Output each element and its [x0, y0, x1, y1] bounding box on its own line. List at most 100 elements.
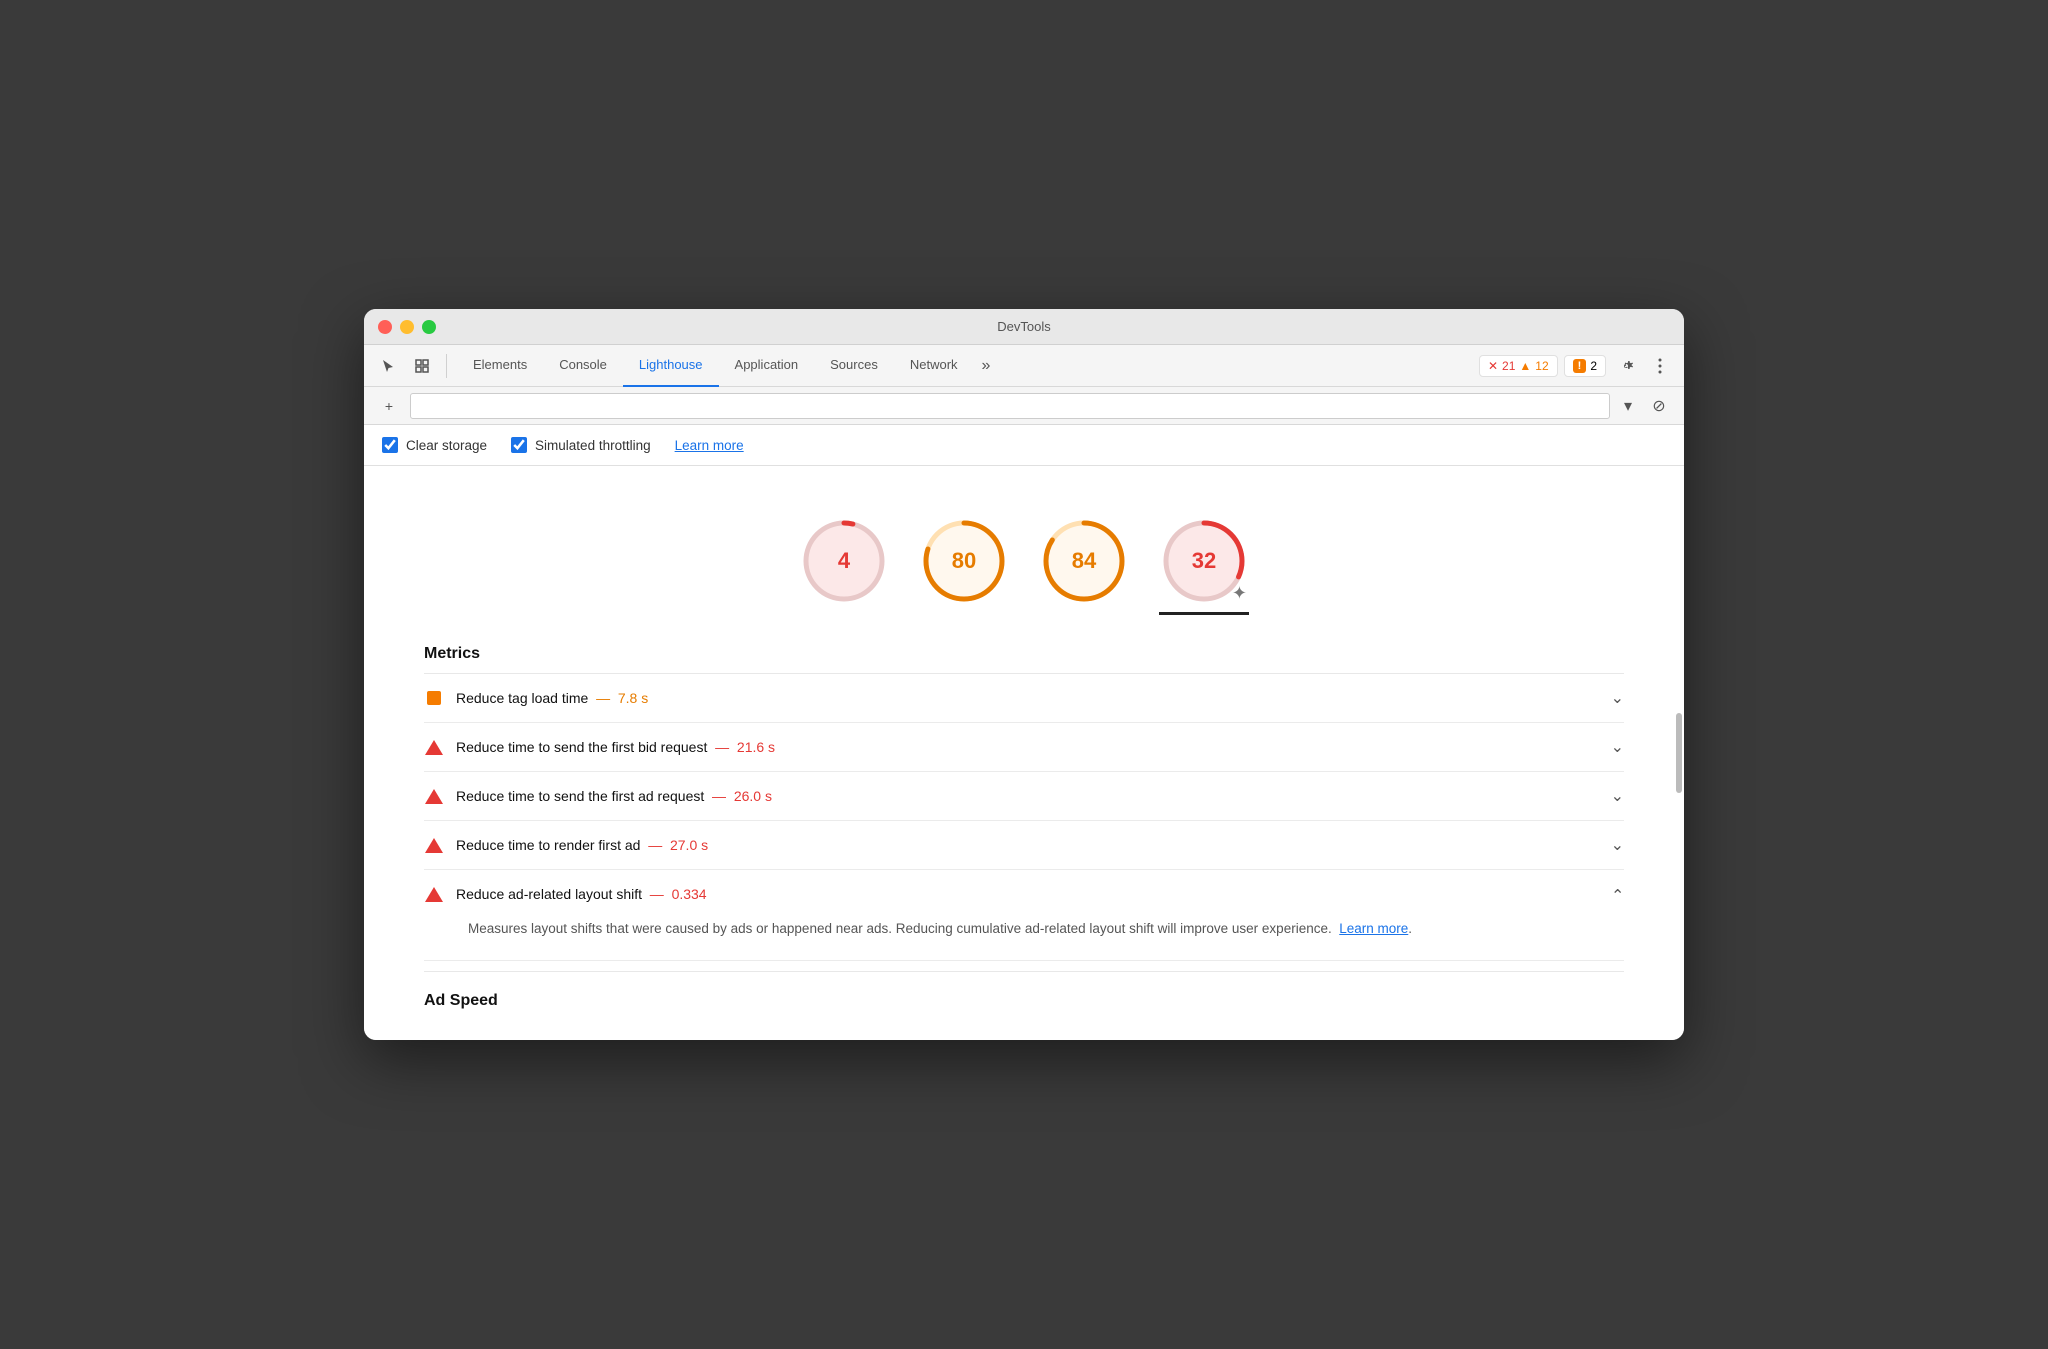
dropdown-arrow[interactable]: ▾	[1618, 393, 1638, 419]
simulated-throttling-label[interactable]: Simulated throttling	[511, 437, 651, 453]
chevron-icon-1: ⌄	[1611, 688, 1624, 708]
cursor-icon[interactable]	[374, 352, 402, 380]
metric-value-5: 0.334	[672, 886, 707, 902]
metric-value-4: 27.0 s	[670, 837, 708, 853]
metric-value-3: 26.0 s	[734, 788, 772, 804]
error-count: 21	[1502, 359, 1515, 373]
metric-label-2: Reduce time to send the first bid reques…	[456, 739, 1603, 755]
main-content: 4 80	[364, 466, 1684, 1040]
metric-value-1: 7.8 s	[618, 690, 648, 706]
score-circle-2: 80	[919, 516, 1009, 606]
learn-more-link[interactable]: Learn more	[675, 438, 744, 453]
score-4[interactable]: 32 ✦	[1159, 516, 1249, 615]
maximize-button[interactable]	[422, 320, 436, 334]
triangle-icon-4	[425, 838, 443, 853]
metric-expanded-5: Measures layout shifts that were caused …	[424, 918, 1624, 961]
chevron-icon-3: ⌄	[1611, 786, 1624, 806]
settings-bar: Clear storage Simulated throttling Learn…	[364, 425, 1684, 466]
devtools-window: DevTools Elements Console	[364, 309, 1684, 1040]
tab-network[interactable]: Network	[894, 345, 974, 387]
square-icon	[427, 691, 441, 705]
score-circle-1: 4	[799, 516, 889, 606]
metrics-section: Metrics Reduce tag load time — 7.8 s ⌄	[364, 625, 1684, 1020]
close-button[interactable]	[378, 320, 392, 334]
scrollbar[interactable]	[1676, 713, 1682, 793]
score-value-4: 32	[1192, 548, 1216, 574]
simulated-throttling-checkbox[interactable]	[511, 437, 527, 453]
tab-lighthouse[interactable]: Lighthouse	[623, 345, 719, 387]
more-options-button[interactable]	[1646, 352, 1674, 380]
minimize-button[interactable]	[400, 320, 414, 334]
url-input[interactable]	[410, 393, 1610, 419]
active-score-indicator	[1159, 612, 1249, 615]
window-title: DevTools	[997, 319, 1050, 334]
no-entry-icon: ⊘	[1646, 393, 1672, 419]
triangle-icon-2	[425, 740, 443, 755]
tab-icons	[374, 352, 436, 380]
metric-icon-5	[424, 884, 444, 904]
metric-dash-1: —	[596, 690, 610, 706]
info-badge[interactable]: ! 2	[1564, 355, 1606, 377]
metric-icon-4	[424, 835, 444, 855]
inspect-icon[interactable]	[408, 352, 436, 380]
score-circle-3: 84	[1039, 516, 1129, 606]
toolbar: + ▾ ⊘	[364, 387, 1684, 425]
expanded-learn-more-link[interactable]: Learn more	[1339, 921, 1408, 936]
metric-label-4: Reduce time to render first ad — 27.0 s	[456, 837, 1603, 853]
scores-section: 4 80	[364, 486, 1684, 625]
ad-speed-title: Ad Speed	[424, 972, 1624, 1020]
warn-count: 12	[1535, 359, 1548, 373]
clear-storage-label[interactable]: Clear storage	[382, 437, 487, 453]
metric-dash-5: —	[650, 886, 664, 902]
metric-row-2[interactable]: Reduce time to send the first bid reques…	[424, 723, 1624, 772]
add-button[interactable]: +	[376, 393, 402, 419]
metric-dash-4: —	[648, 837, 662, 853]
more-tabs-button[interactable]: »	[974, 345, 999, 387]
metrics-title: Metrics	[424, 625, 1624, 674]
score-2[interactable]: 80	[919, 516, 1009, 615]
metric-icon-1	[424, 688, 444, 708]
title-bar: DevTools	[364, 309, 1684, 345]
metric-dash-3: —	[712, 788, 726, 804]
tab-console[interactable]: Console	[543, 345, 623, 387]
info-icon: !	[1573, 359, 1587, 373]
metric-row-1[interactable]: Reduce tag load time — 7.8 s ⌄	[424, 674, 1624, 723]
score-value-3: 84	[1072, 548, 1096, 574]
main-wrapper: 4 80	[364, 466, 1684, 1040]
triangle-icon-5	[425, 887, 443, 902]
traffic-lights	[378, 320, 436, 334]
metric-icon-2	[424, 737, 444, 757]
score-value-1: 4	[838, 548, 850, 574]
metric-label-1: Reduce tag load time — 7.8 s	[456, 690, 1603, 706]
score-circle-4: 32 ✦	[1159, 516, 1249, 606]
score-value-2: 80	[952, 548, 976, 574]
metric-value-2: 21.6 s	[737, 739, 775, 755]
tab-elements[interactable]: Elements	[457, 345, 543, 387]
tab-sources[interactable]: Sources	[814, 345, 894, 387]
tab-application[interactable]: Application	[719, 345, 815, 387]
settings-button[interactable]	[1612, 352, 1640, 380]
metric-row-5[interactable]: Reduce ad-related layout shift — 0.334 ⌄	[424, 870, 1624, 918]
tab-bar: Elements Console Lighthouse Application …	[364, 345, 1684, 387]
metric-dash-2: —	[715, 739, 729, 755]
metric-icon-3	[424, 786, 444, 806]
triangle-icon-3	[425, 789, 443, 804]
tab-right-controls: ✕ 21 ▲ 12 ! 2	[1479, 352, 1674, 380]
chevron-icon-2: ⌄	[1611, 737, 1624, 757]
clear-storage-checkbox[interactable]	[382, 437, 398, 453]
chevron-icon-4: ⌄	[1611, 835, 1624, 855]
chevron-icon-5-up: ⌄	[1611, 884, 1624, 904]
metric-label-3: Reduce time to send the first ad request…	[456, 788, 1603, 804]
metric-label-5: Reduce ad-related layout shift — 0.334	[456, 886, 1603, 902]
error-badge[interactable]: ✕ 21 ▲ 12	[1479, 355, 1558, 377]
metric-row-4[interactable]: Reduce time to render first ad — 27.0 s …	[424, 821, 1624, 870]
metric-row-3[interactable]: Reduce time to send the first ad request…	[424, 772, 1624, 821]
score-1[interactable]: 4	[799, 516, 889, 615]
warn-icon: ▲	[1519, 359, 1531, 373]
info-count: 2	[1590, 359, 1597, 373]
metric-description-5: Measures layout shifts that were caused …	[468, 918, 1624, 940]
plugin-icon: ✦	[1232, 583, 1247, 604]
tab-divider	[446, 354, 447, 378]
score-3[interactable]: 84	[1039, 516, 1129, 615]
error-icon: ✕	[1488, 359, 1498, 373]
